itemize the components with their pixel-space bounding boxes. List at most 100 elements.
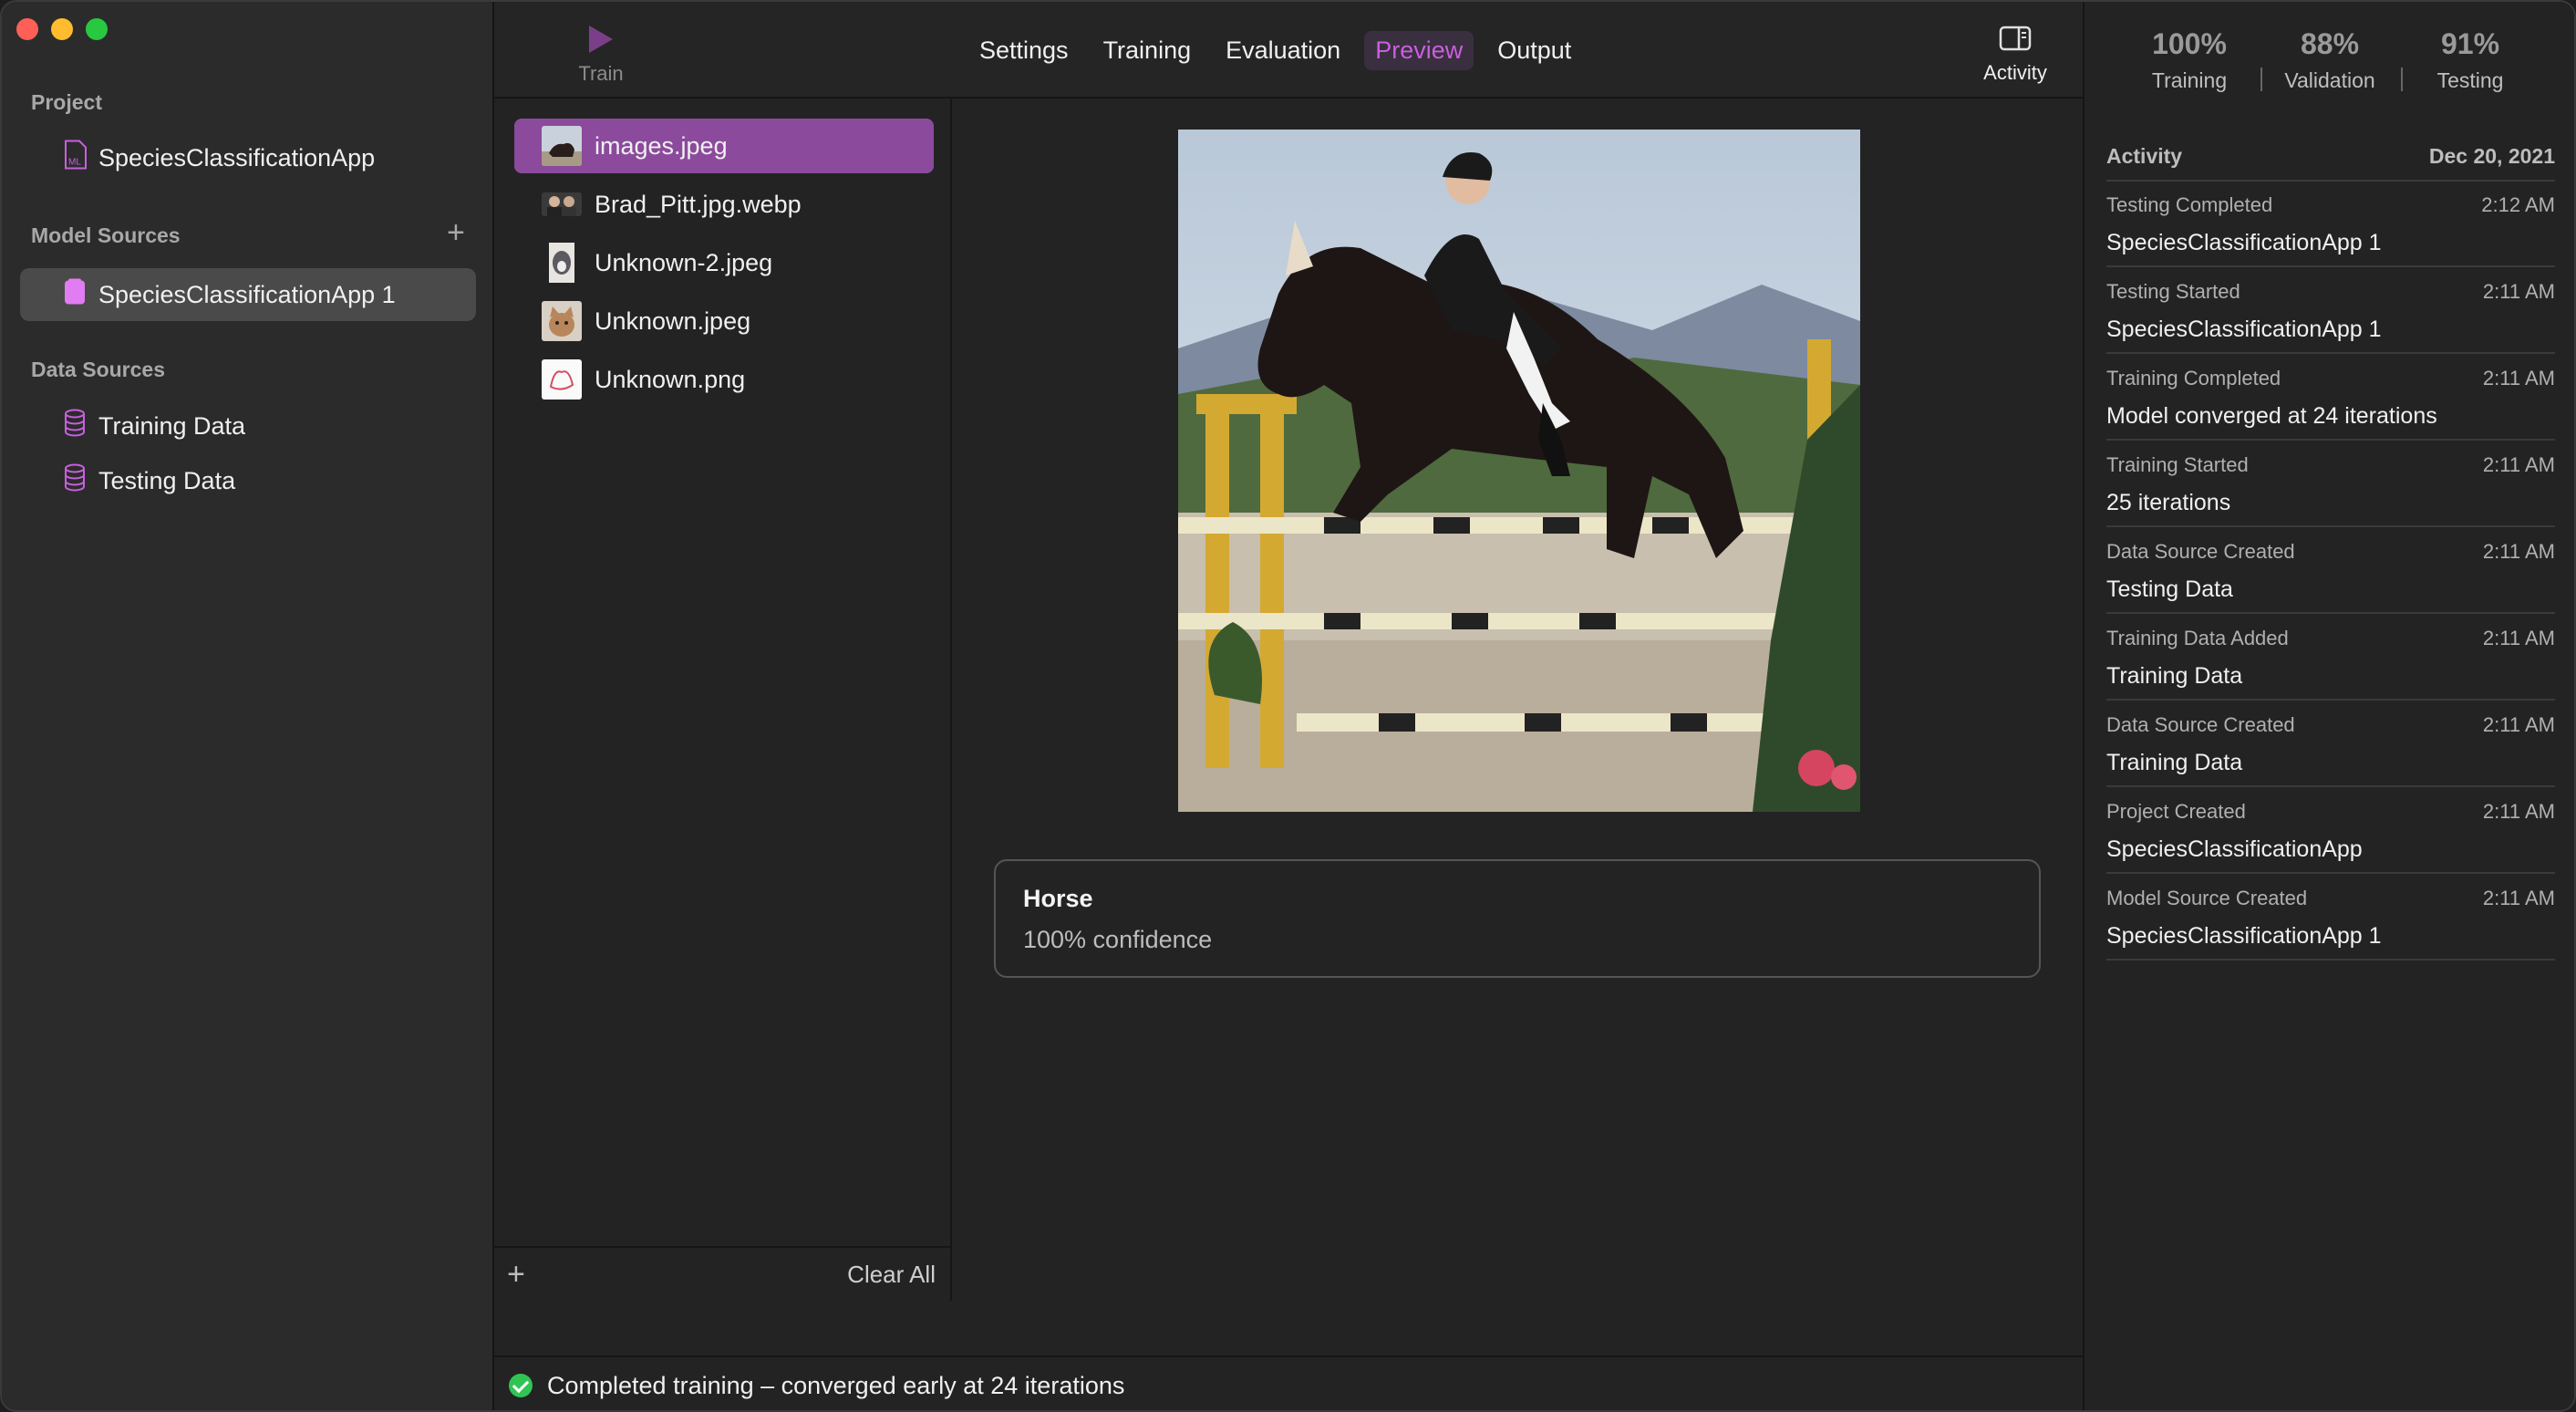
close-window-button[interactable] [16, 18, 38, 40]
window-controls [16, 18, 108, 40]
activity-event: Model Source Created 2:11 AM SpeciesClassi… [2106, 874, 2555, 960]
drawing-thumbnail [542, 359, 582, 400]
activity-event-time: 2:11 AM [2482, 800, 2555, 823]
sidebar-item-testing-data[interactable]: Testing Data [20, 454, 476, 507]
add-model-source-icon[interactable]: + [447, 217, 465, 248]
activity-panel: 100% Training 88% Validation 91% Testing… [2083, 2, 2574, 1410]
activity-event: Training Started 2:11 AM 25 iterations [2106, 441, 2555, 527]
activity-event: Testing Started 2:11 AM SpeciesClassificat… [2106, 267, 2555, 354]
activity-event-detail: Training Data [2106, 663, 2243, 689]
activity-event-detail: Model converged at 24 iterations [2106, 403, 2437, 429]
tab-bar: Settings Training Evaluation Preview Out… [968, 31, 1582, 70]
sidebar-item-project[interactable]: ML SpeciesClassificationApp [20, 131, 476, 184]
database-icon [64, 463, 86, 498]
add-file-icon[interactable]: + [507, 1257, 525, 1293]
activity-event-time: 2:11 AM [2482, 887, 2555, 909]
list-item-file[interactable]: Brad_Pitt.jpg.webp [514, 177, 934, 232]
model-sources-header: Model Sources [31, 223, 181, 247]
data-sources-header: Data Sources [31, 358, 166, 381]
preview-pane: Horse 100% confidence [952, 99, 2083, 1355]
sidebar-item-label: Testing Data [98, 466, 236, 494]
activity-event: Training Data Added 2:11 AM Training Data [2106, 614, 2555, 701]
prediction-label: Horse [1023, 885, 1093, 912]
activity-event-type: Training Started [2106, 453, 2249, 476]
activity-event-type: Training Completed [2106, 367, 2281, 389]
metric-label: Testing [2436, 68, 2504, 92]
activity-event-type: Data Source Created [2106, 713, 2295, 736]
minimize-window-button[interactable] [51, 18, 73, 40]
tab-training[interactable]: Training [1092, 31, 1203, 70]
activity-event-time: 2:12 AM [2481, 193, 2555, 216]
activity-event: Testing Completed 2:12 AM SpeciesClassific… [2106, 181, 2555, 267]
list-item-file[interactable]: Unknown.jpeg [514, 294, 934, 348]
train-button-label: Train [578, 62, 624, 85]
zoom-window-button[interactable] [86, 18, 108, 40]
tab-preview[interactable]: Preview [1364, 31, 1474, 70]
preview-image [1178, 130, 1860, 812]
activity-date: Dec 20, 2021 [2428, 144, 2555, 168]
metric-value: 88% [2300, 27, 2360, 60]
sidebar-item-model-source[interactable]: SpeciesClassificationApp 1 [20, 268, 476, 321]
activity-event-detail: SpeciesClassificationApp [2106, 836, 2363, 862]
activity-title: Activity [2106, 144, 2183, 168]
prediction-confidence: 100% confidence [1023, 926, 1213, 953]
activity-event: Data Source Created 2:11 AM Testing Data [2106, 527, 2555, 614]
activity-event-time: 2:11 AM [2482, 540, 2555, 563]
tab-output[interactable]: Output [1486, 31, 1582, 70]
activity-event-time: 2:11 AM [2482, 627, 2555, 649]
activity-toggle-button[interactable]: Activity [1970, 26, 2061, 85]
tab-evaluation[interactable]: Evaluation [1215, 31, 1351, 70]
activity-button-label: Activity [1983, 61, 2047, 84]
activity-event-detail: SpeciesClassificationApp 1 [2106, 317, 2382, 342]
horse-thumbnail [542, 126, 582, 166]
people-thumbnail [542, 192, 582, 216]
sidebar-right-icon [1999, 26, 2032, 51]
metric-validation: 88% Validation [2261, 27, 2398, 93]
project-header: Project [31, 90, 102, 114]
activity-event-type: Data Source Created [2106, 540, 2295, 563]
sidebar-item-label: SpeciesClassificationApp 1 [98, 280, 396, 308]
checkmark-circle-icon [509, 1374, 533, 1397]
activity-event-type: Testing Completed [2106, 193, 2273, 216]
activity-header: Activity Dec 20, 2021 [2106, 144, 2555, 182]
sidebar-item-label: SpeciesClassificationApp [98, 143, 376, 171]
activity-event-time: 2:11 AM [2482, 367, 2555, 389]
status-message: Completed training – converged early at … [547, 1371, 1125, 1399]
metric-value: 91% [2440, 27, 2500, 60]
svg-text:ML: ML [68, 158, 81, 168]
list-item-file[interactable]: Unknown-2.jpeg [514, 235, 934, 290]
ml-document-icon: ML [64, 140, 88, 176]
sidebar: Project ML SpeciesClassificationApp Mode… [2, 2, 494, 1410]
activity-event-time: 2:11 AM [2482, 280, 2555, 303]
activity-event-type: Training Data Added [2106, 627, 2289, 649]
preview-file-list: images.jpeg Brad_Pitt.jpg.webp Unknown-2… [494, 99, 952, 1301]
file-name: images.jpeg [595, 131, 728, 160]
activity-event: Data Source Created 2:11 AM Training Data [2106, 701, 2555, 787]
status-bar: Completed training – converged early at … [494, 1355, 2083, 1410]
list-item-file[interactable]: images.jpeg [514, 119, 934, 173]
app-window: Project ML SpeciesClassificationApp Mode… [0, 0, 2576, 1412]
file-name: Brad_Pitt.jpg.webp [595, 190, 802, 218]
activity-event-detail: SpeciesClassificationApp 1 [2106, 923, 2382, 949]
tab-settings[interactable]: Settings [968, 31, 1080, 70]
activity-event: Project Created 2:11 AM SpeciesClassificat… [2106, 787, 2555, 874]
activity-event-detail: SpeciesClassificationApp 1 [2106, 230, 2382, 255]
metric-training: 100% Training [2121, 27, 2258, 93]
activity-event-time: 2:11 AM [2482, 713, 2555, 736]
cat-thumbnail [542, 301, 582, 341]
toolbar: Train Settings Training Evaluation Previ… [494, 2, 2083, 99]
activity-event-time: 2:11 AM [2482, 453, 2555, 476]
list-item-file[interactable]: Unknown.png [514, 352, 934, 407]
activity-event-type: Testing Started [2106, 280, 2240, 303]
activity-event-type: Model Source Created [2106, 887, 2308, 909]
sidebar-item-label: Training Data [98, 411, 246, 440]
model-icon [64, 278, 86, 312]
metric-label: Training [2151, 68, 2228, 92]
metric-value: 100% [2152, 27, 2227, 60]
train-button[interactable]: Train [560, 22, 642, 86]
sidebar-item-training-data[interactable]: Training Data [20, 400, 476, 452]
dog-thumbnail [549, 243, 574, 283]
file-name: Unknown.jpeg [595, 306, 751, 335]
clear-all-button[interactable]: Clear All [847, 1261, 936, 1289]
activity-event-detail: Testing Data [2106, 576, 2233, 602]
